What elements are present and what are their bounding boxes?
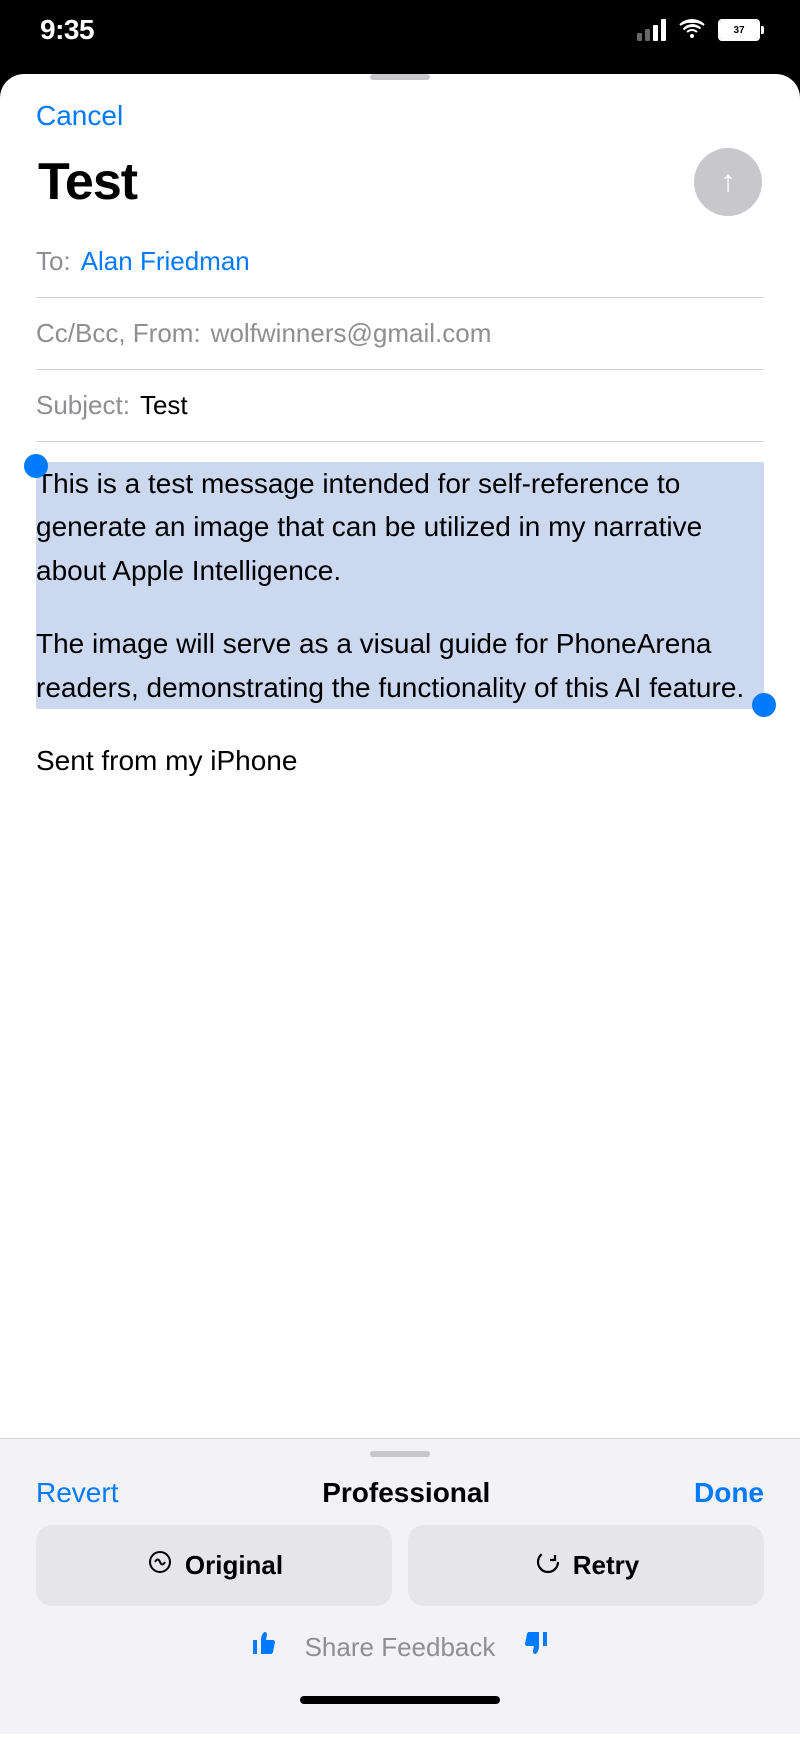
revert-button[interactable]: Revert	[36, 1477, 118, 1509]
done-button[interactable]: Done	[694, 1477, 764, 1509]
cc-bcc-field-row: Cc/Bcc, From: wolfwinners@gmail.com	[36, 298, 764, 370]
email-title: Test	[38, 152, 137, 212]
action-buttons: Original Retry	[0, 1525, 800, 1626]
mode-row: Revert Professional Done	[0, 1457, 800, 1525]
original-button[interactable]: Original	[36, 1525, 392, 1606]
status-bar: 9:35 37	[0, 0, 800, 60]
email-signoff: Sent from my iPhone	[36, 739, 764, 782]
send-arrow-icon: ↑	[721, 167, 736, 197]
original-label: Original	[185, 1550, 283, 1581]
email-body-paragraph1: This is a test message intended for self…	[36, 462, 764, 709]
original-icon	[145, 1547, 175, 1584]
send-button[interactable]: ↑	[694, 148, 762, 216]
cc-bcc-label: Cc/Bcc, From:	[36, 318, 201, 349]
wifi-icon	[678, 16, 706, 44]
feedback-row: Share Feedback	[0, 1626, 800, 1688]
email-body[interactable]: This is a test message intended for self…	[0, 442, 800, 802]
feedback-label: Share Feedback	[305, 1632, 496, 1663]
to-value[interactable]: Alan Friedman	[81, 246, 250, 277]
cc-bcc-value[interactable]: wolfwinners@gmail.com	[211, 318, 492, 349]
selection-handle-right	[752, 693, 776, 717]
subject-label: Subject:	[36, 390, 130, 421]
form-fields: To: Alan Friedman Cc/Bcc, From: wolfwinn…	[0, 226, 800, 442]
selection-handle-left	[24, 454, 48, 478]
subject-value[interactable]: Test	[140, 390, 188, 421]
thumbs-up-icon[interactable]	[247, 1626, 281, 1668]
subject-field-row: Subject: Test	[36, 370, 764, 442]
to-field-row: To: Alan Friedman	[36, 226, 764, 298]
signal-icon	[637, 19, 666, 41]
cancel-button[interactable]: Cancel	[36, 100, 123, 132]
to-label: To:	[36, 246, 71, 277]
home-indicator	[300, 1696, 500, 1704]
status-icons: 37	[637, 16, 760, 44]
selected-text[interactable]: This is a test message intended for self…	[36, 462, 764, 709]
retry-icon	[533, 1547, 563, 1584]
battery-level: 37	[720, 21, 758, 39]
status-time: 9:35	[40, 14, 94, 46]
sheet-header: Cancel Test ↑	[0, 80, 800, 226]
thumbs-down-icon[interactable]	[519, 1626, 553, 1668]
retry-button[interactable]: Retry	[408, 1525, 764, 1606]
bottom-panel: Revert Professional Done Original Retry	[0, 1438, 800, 1734]
email-title-row: Test ↑	[36, 148, 764, 216]
mode-label: Professional	[322, 1477, 490, 1509]
battery-icon: 37	[718, 19, 760, 41]
retry-label: Retry	[573, 1550, 639, 1581]
